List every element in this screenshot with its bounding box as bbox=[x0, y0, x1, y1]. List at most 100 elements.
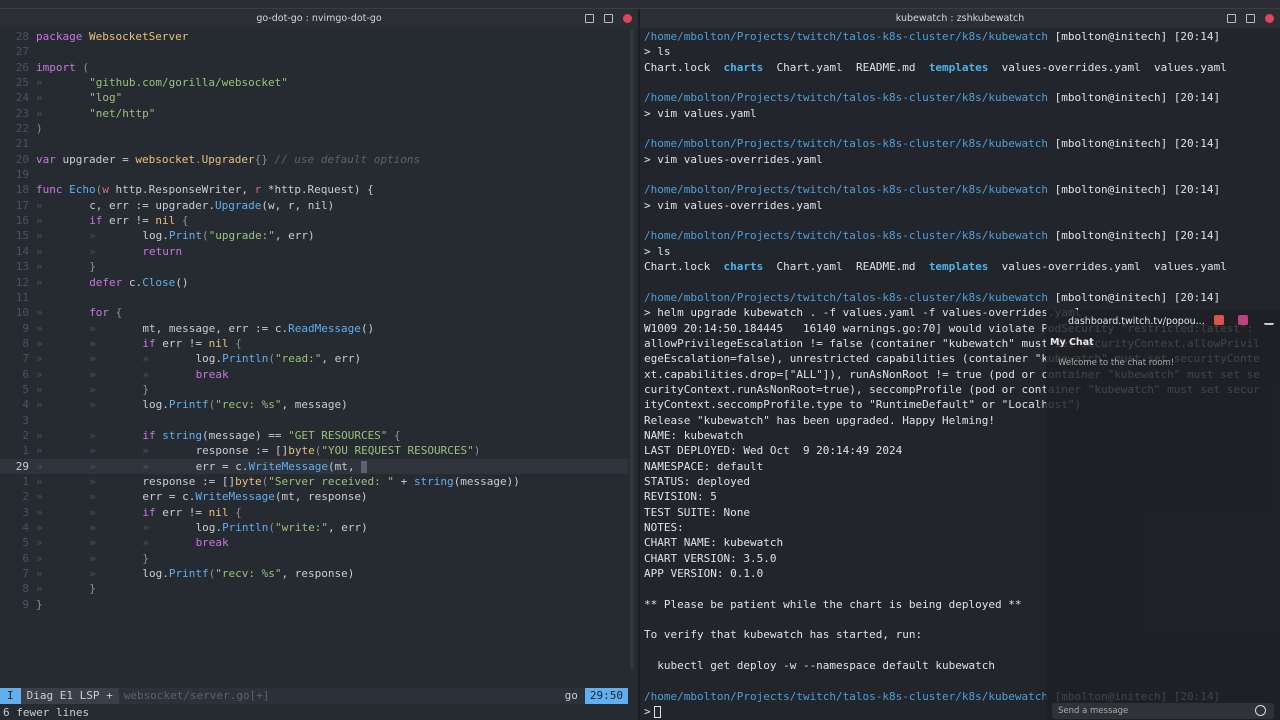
restore-icon[interactable] bbox=[604, 14, 613, 23]
code-token: err != bbox=[155, 505, 209, 519]
tab-indicator: » bbox=[36, 244, 43, 258]
code-line[interactable]: 28 package WebsocketServer bbox=[0, 29, 628, 44]
code-line[interactable]: 2 » » if string(message) == "GET RESOURCES"… bbox=[0, 428, 628, 443]
prompt-path: /home/mbolton/Projects/twitch/talos-k8s-… bbox=[644, 30, 1048, 43]
terminal-text: NOTES: bbox=[644, 521, 684, 534]
code-line[interactable]: 27 bbox=[0, 44, 628, 59]
tab-indicator: » bbox=[89, 321, 96, 335]
code-line[interactable]: 15 » » log.Print("upgrade:", err) bbox=[0, 228, 628, 243]
code-token: { bbox=[387, 428, 401, 442]
chat-message-input[interactable]: Send a message bbox=[1052, 703, 1274, 719]
code-line[interactable]: 3 » » if err != nil { bbox=[0, 505, 628, 520]
line-number: 6 bbox=[22, 551, 29, 565]
terminal-line: /home/mbolton/Projects/twitch/talos-k8s-… bbox=[644, 228, 1280, 243]
code-line[interactable]: 29 » » » err = c.WriteMessage(mt, bbox=[0, 458, 628, 474]
code-token: ( bbox=[202, 229, 209, 243]
maximize-icon[interactable] bbox=[1227, 14, 1236, 23]
code-token: "YOU REQUEST RESOURCES" bbox=[321, 444, 474, 458]
code-line[interactable]: 11 bbox=[0, 290, 628, 305]
code-line[interactable]: 26 import ( bbox=[0, 60, 628, 75]
code-area[interactable]: 28 package WebsocketServer 27 26 import (25»… bbox=[0, 29, 628, 612]
code-token: package bbox=[36, 30, 83, 43]
code-line[interactable]: 7»»» log.Println("read:", err) bbox=[0, 351, 628, 366]
terminal-text: Chart.yaml README.md bbox=[763, 260, 929, 274]
code-line[interactable]: 5 » »} bbox=[0, 382, 628, 397]
prompt-path: /home/mbolton/Projects/twitch/talos-k8s-… bbox=[644, 183, 1048, 197]
code-token: Printf bbox=[168, 398, 209, 412]
terminal-text: > ls bbox=[644, 244, 671, 258]
tab-indicator: » bbox=[142, 536, 149, 550]
code-line[interactable]: 5 » » » break bbox=[0, 535, 628, 550]
maximize-icon[interactable] bbox=[585, 14, 594, 23]
code-line[interactable]: 23 » "net/http" bbox=[0, 106, 628, 121]
terminal-cursor bbox=[653, 706, 661, 719]
code-token: } bbox=[142, 382, 149, 396]
editor-scrollbar[interactable] bbox=[630, 29, 634, 669]
restore-icon[interactable] bbox=[1246, 14, 1255, 23]
code-line[interactable]: 6 » » » break bbox=[0, 367, 628, 382]
code-line[interactable]: 20 var upgrader = websocket.Upgrader{} //… bbox=[0, 152, 628, 167]
terminal-line: /home/mbolton/Projects/twitch/talos-k8s-… bbox=[644, 136, 1280, 151]
code-token: WriteMessage bbox=[195, 490, 275, 504]
terminal-text: STATUS: deployed bbox=[644, 474, 750, 488]
code-token: "recv: %s" bbox=[215, 398, 282, 412]
code-line[interactable]: 3 bbox=[0, 413, 628, 428]
code-line[interactable]: 8 » » if err != nil { bbox=[0, 336, 628, 351]
code-line[interactable]: 13 »} bbox=[0, 259, 628, 274]
terminal-text: > helm upgrade kubewatch . -f values.yam… bbox=[644, 306, 1082, 320]
code-token: response := [] bbox=[195, 444, 289, 458]
emoji-icon[interactable] bbox=[1255, 705, 1266, 716]
code-line[interactable]: 18 func Echo(w http.ResponseWriter, r *ht… bbox=[0, 182, 628, 197]
tab-indicator: » bbox=[36, 106, 43, 120]
code-line[interactable]: 24 » "log" bbox=[0, 90, 628, 105]
code-line[interactable]: 7»» log.Printf("recv: %s", response) bbox=[0, 566, 628, 581]
code-line[interactable]: 12 » defer c.Close() bbox=[0, 275, 628, 290]
code-line[interactable]: 8 »} bbox=[0, 581, 628, 596]
code-token: ) bbox=[36, 122, 43, 136]
brave-shield-icon[interactable] bbox=[1214, 315, 1224, 325]
code-line[interactable]: 25 » "github.com/gorilla/websocket" bbox=[0, 75, 628, 90]
code-line[interactable]: 16 » if err != nil { bbox=[0, 213, 628, 228]
code-token: "net/http" bbox=[89, 106, 156, 120]
code-line[interactable]: 2 » » err = c.WriteMessage(mt, response) bbox=[0, 489, 628, 504]
code-token: { bbox=[175, 214, 189, 228]
diagnostics-indicator: Diag E1 LSP + bbox=[20, 688, 119, 704]
code-token: string bbox=[413, 474, 454, 488]
code-line[interactable]: 6 » »} bbox=[0, 551, 628, 566]
tab-indicator: » bbox=[36, 459, 43, 473]
code-token: c. bbox=[122, 275, 143, 289]
code-line[interactable]: 10 » for { bbox=[0, 305, 628, 320]
code-line[interactable]: 17 » c, err := upgrader.Upgrade(w, r, nil) bbox=[0, 198, 628, 213]
editor-titlebar: go-dot-go : nvimgo-dot-go bbox=[0, 9, 638, 28]
code-line[interactable]: 19 bbox=[0, 167, 628, 182]
terminal-line: Chart.lock charts Chart.yaml README.md t… bbox=[644, 60, 1280, 75]
line-number: 10 bbox=[15, 306, 29, 320]
tab-indicator: » bbox=[36, 582, 43, 596]
line-number: 8 bbox=[22, 336, 29, 350]
code-line[interactable]: 4»» log.Printf("recv: %s", message) bbox=[0, 397, 628, 412]
tab-indicator: » bbox=[89, 244, 96, 258]
code-token: var bbox=[36, 152, 56, 166]
code-token: () bbox=[175, 275, 189, 289]
tab-indicator: » bbox=[89, 398, 96, 412]
code-token: break bbox=[195, 536, 229, 550]
code-line[interactable]: 1»»» response := []byte("YOU REQUEST RESO… bbox=[0, 443, 628, 458]
code-line[interactable]: 21 bbox=[0, 136, 628, 151]
code-line[interactable]: 22) bbox=[0, 121, 628, 136]
code-token: "Server received: " bbox=[268, 474, 395, 488]
code-line[interactable]: 4»»» log.Println("write:", err) bbox=[0, 520, 628, 535]
code-token: byte bbox=[235, 474, 262, 488]
terminal-line: > ls bbox=[644, 44, 1280, 59]
code-token: Upgrade bbox=[215, 198, 262, 212]
code-token: (w, r, nil) bbox=[261, 198, 335, 212]
extension-icon[interactable] bbox=[1238, 315, 1248, 325]
code-line[interactable]: 1»» response := []byte("Server received: … bbox=[0, 474, 628, 489]
close-icon[interactable] bbox=[1265, 14, 1274, 23]
terminal-text: APP VERSION: 0.1.0 bbox=[644, 567, 764, 581]
code-token: log. bbox=[195, 352, 223, 366]
code-line[interactable]: 9 » » mt, message, err := c.ReadMessage() bbox=[0, 321, 628, 336]
download-icon[interactable] bbox=[1264, 315, 1274, 325]
code-line[interactable]: 14 » » return bbox=[0, 244, 628, 259]
code-line[interactable]: 9} bbox=[0, 597, 628, 612]
close-icon[interactable] bbox=[623, 14, 632, 23]
